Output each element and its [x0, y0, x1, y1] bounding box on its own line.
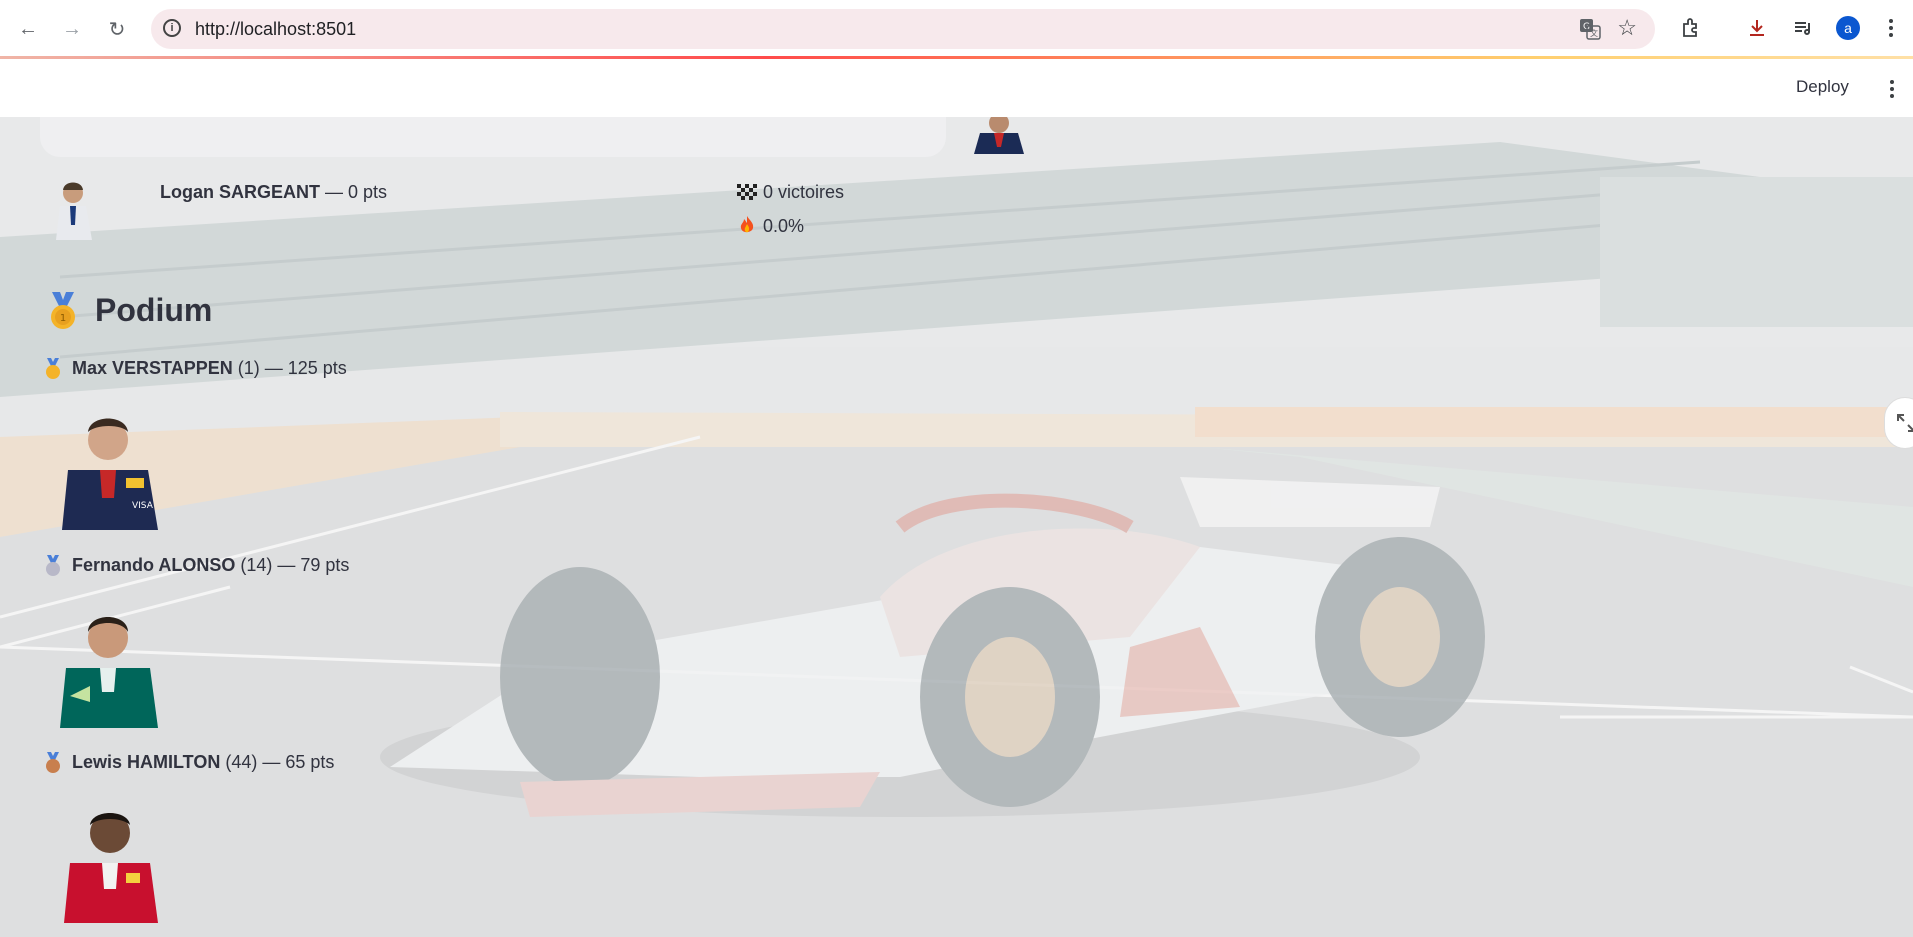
podium-entry-2-detail: (14) — 79 pts	[235, 555, 350, 575]
podium-entry-3-name: Lewis HAMILTON	[72, 752, 221, 772]
fullscreen-toggle-button[interactable]	[1884, 397, 1913, 449]
browser-menu-icon[interactable]	[1886, 14, 1896, 42]
translate-icon[interactable]: G 文	[1579, 18, 1601, 40]
app-header: Deploy	[0, 59, 1913, 117]
text-input-container[interactable]	[40, 117, 946, 157]
site-info-icon[interactable]: i	[163, 19, 181, 37]
fire-icon	[740, 216, 754, 233]
silver-medal-icon	[46, 555, 60, 576]
profile-avatar[interactable]: a	[1836, 16, 1860, 40]
svg-text:VISA: VISA	[132, 501, 154, 511]
url-text[interactable]: http://localhost:8501	[195, 19, 356, 40]
gold-medal-icon	[46, 358, 60, 379]
background-image	[0, 117, 1913, 937]
rate-value: 0.0%	[763, 216, 805, 236]
last-driver-name: Logan SARGEANT	[160, 182, 320, 202]
app-menu-icon[interactable]	[1887, 75, 1897, 103]
back-icon[interactable]: ←	[14, 15, 42, 43]
wins-value: 0 victoires	[763, 182, 845, 202]
forward-icon[interactable]: →	[58, 15, 86, 43]
media-queue-icon[interactable]	[1789, 14, 1817, 42]
download-icon[interactable]	[1743, 14, 1771, 42]
deploy-button[interactable]: Deploy	[1796, 77, 1849, 97]
podium-entry-3-detail: (44) — 65 pts	[220, 752, 335, 772]
podium-entry-3: Lewis HAMILTON (44) — 65 pts	[72, 752, 334, 773]
expand-icon	[1897, 414, 1913, 432]
alonso-portrait	[60, 606, 158, 728]
last-driver-label: Logan SARGEANT — 0 pts	[160, 182, 387, 203]
last-driver-points: — 0 pts	[320, 182, 388, 202]
driver-portrait-partial	[970, 117, 1028, 154]
extensions-icon[interactable]	[1677, 14, 1705, 42]
bronze-medal-icon	[46, 752, 60, 773]
svg-text:1: 1	[60, 313, 66, 324]
podium-entry-1-detail: (1) — 125 pts	[232, 358, 347, 378]
racetrack-scene	[0, 117, 1913, 937]
podium-entry-2: Fernando ALONSO (14) — 79 pts	[72, 555, 349, 576]
hamilton-portrait	[64, 801, 158, 923]
address-bar[interactable]: i http://localhost:8501 G 文 ☆	[151, 9, 1655, 49]
podium-medal-icon: 1	[51, 292, 75, 329]
reload-icon[interactable]: ↻	[103, 15, 131, 43]
checkered-flag-icon	[737, 184, 757, 200]
podium-entry-2-name: Fernando ALONSO	[72, 555, 236, 575]
podium-entry-1-name: Max VERSTAPPEN	[72, 358, 233, 378]
podium-entry-1: Max VERSTAPPEN (1) — 125 pts	[72, 358, 347, 379]
wins-stat: 0 victoires	[736, 182, 844, 203]
sargeant-portrait	[56, 180, 98, 240]
verstappen-portrait: VISA	[62, 408, 158, 530]
browser-toolbar: ← → ↻ i http://localhost:8501 G 文 ☆ a	[0, 0, 1913, 59]
svg-text:文: 文	[1590, 28, 1598, 38]
rate-stat: 0.0%	[736, 214, 804, 237]
podium-title: Podium	[95, 292, 213, 328]
bookmark-star-icon[interactable]: ☆	[1617, 15, 1637, 41]
